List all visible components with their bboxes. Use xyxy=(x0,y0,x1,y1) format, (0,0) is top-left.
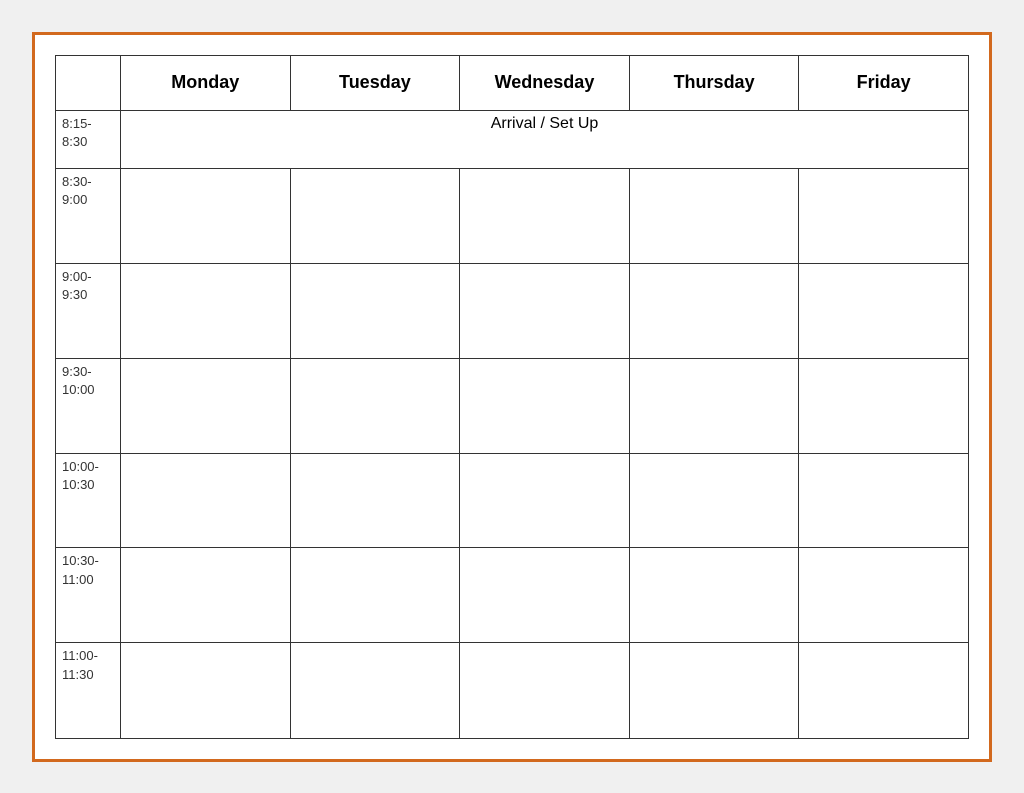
time-cell: 9:30- 10:00 xyxy=(56,358,121,453)
schedule-cell xyxy=(799,643,969,738)
schedule-cell xyxy=(290,263,460,358)
time-cell: 10:00- 10:30 xyxy=(56,453,121,548)
schedule-row: 9:30- 10:00 xyxy=(56,358,969,453)
schedule-cell xyxy=(460,263,630,358)
schedule-cell xyxy=(290,548,460,643)
schedule-cell xyxy=(799,263,969,358)
schedule-cell xyxy=(121,168,291,263)
schedule-cell xyxy=(799,548,969,643)
schedule-cell xyxy=(629,168,799,263)
header-row: Monday Tuesday Wednesday Thursday Friday xyxy=(56,55,969,110)
schedule-cell xyxy=(290,168,460,263)
schedule-cell xyxy=(799,453,969,548)
schedule-cell xyxy=(121,263,291,358)
schedule-row: 10:00- 10:30 xyxy=(56,453,969,548)
schedule-cell xyxy=(121,643,291,738)
schedule-row: 8:30- 9:00 xyxy=(56,168,969,263)
page-container: Monday Tuesday Wednesday Thursday Friday… xyxy=(32,32,992,762)
schedule-cell xyxy=(121,548,291,643)
header-time xyxy=(56,55,121,110)
schedule-cell xyxy=(629,453,799,548)
schedule-cell xyxy=(460,168,630,263)
header-tuesday: Tuesday xyxy=(290,55,460,110)
arrival-row: 8:15- 8:30Arrival / Set Up xyxy=(56,110,969,168)
schedule-cell xyxy=(121,453,291,548)
time-cell: 9:00- 9:30 xyxy=(56,263,121,358)
schedule-cell xyxy=(460,453,630,548)
time-cell: 10:30- 11:00 xyxy=(56,548,121,643)
arrival-label-cell: Arrival / Set Up xyxy=(121,110,969,168)
arrival-time-cell: 8:15- 8:30 xyxy=(56,110,121,168)
schedule-cell xyxy=(460,643,630,738)
header-wednesday: Wednesday xyxy=(460,55,630,110)
schedule-cell xyxy=(629,358,799,453)
schedule-cell xyxy=(460,358,630,453)
schedule-cell xyxy=(460,548,630,643)
schedule-row: 11:00- 11:30 xyxy=(56,643,969,738)
schedule-cell xyxy=(799,168,969,263)
header-friday: Friday xyxy=(799,55,969,110)
schedule-cell xyxy=(290,358,460,453)
header-monday: Monday xyxy=(121,55,291,110)
schedule-cell xyxy=(799,358,969,453)
schedule-cell xyxy=(629,548,799,643)
schedule-table: Monday Tuesday Wednesday Thursday Friday… xyxy=(55,55,969,739)
schedule-cell xyxy=(290,453,460,548)
time-cell: 8:30- 9:00 xyxy=(56,168,121,263)
schedule-row: 9:00- 9:30 xyxy=(56,263,969,358)
schedule-cell xyxy=(290,643,460,738)
header-thursday: Thursday xyxy=(629,55,799,110)
schedule-cell xyxy=(629,263,799,358)
time-cell: 11:00- 11:30 xyxy=(56,643,121,738)
schedule-cell xyxy=(121,358,291,453)
schedule-cell xyxy=(629,643,799,738)
schedule-row: 10:30- 11:00 xyxy=(56,548,969,643)
